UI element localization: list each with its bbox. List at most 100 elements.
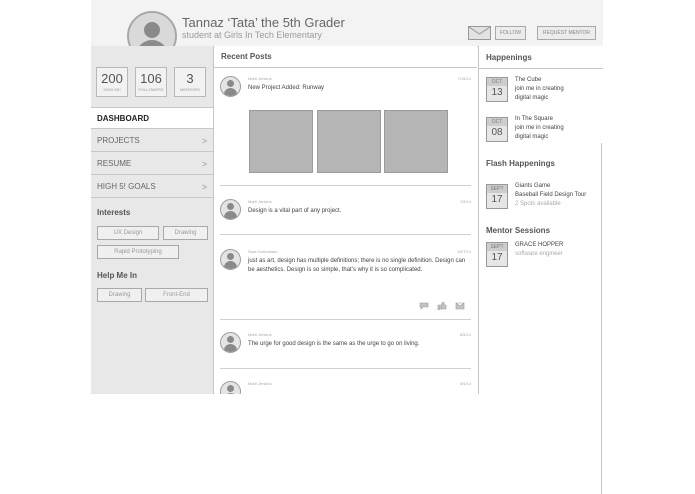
post-text: New Project Added: Runway bbox=[248, 85, 325, 91]
author-avatar[interactable] bbox=[220, 332, 241, 353]
divider bbox=[479, 68, 603, 69]
event-month: OCT bbox=[487, 78, 507, 86]
nav-dashboard[interactable]: DASHBOARD bbox=[91, 107, 213, 129]
nav-high5-goals[interactable]: HIGH 5! GOALS > bbox=[91, 176, 213, 198]
happenings-title: Happenings bbox=[486, 53, 532, 62]
stat-high5s[interactable]: 200 HIGH 5s! bbox=[96, 67, 128, 97]
stat-label: MENTORS bbox=[180, 87, 200, 92]
project-thumbnail[interactable] bbox=[317, 110, 381, 173]
event-desc: digital magic bbox=[515, 95, 549, 101]
interest-tag[interactable]: Drawing bbox=[163, 226, 208, 240]
mentor-sessions-title: Mentor Sessions bbox=[486, 226, 551, 235]
happening-event[interactable]: The Cube join me in creating digital mag… bbox=[515, 76, 564, 103]
calendar-date-icon: OCT 08 bbox=[486, 117, 508, 142]
post-author[interactable]: Marti Jenkins bbox=[248, 381, 272, 386]
post-date: 7/8/14 bbox=[459, 199, 471, 204]
event-title: Giants Game bbox=[515, 183, 551, 189]
interests-title: Interests bbox=[97, 208, 131, 217]
divider bbox=[601, 143, 602, 494]
chevron-right-icon: > bbox=[201, 159, 207, 169]
stat-value: 3 bbox=[186, 71, 194, 86]
calendar-date-icon: SEPT 17 bbox=[486, 242, 508, 267]
nav-label: RESUME bbox=[97, 159, 132, 168]
profile-name: Tannaz ‘Tata’ the 5th Grader bbox=[182, 15, 345, 30]
flash-happenings-title: Flash Happenings bbox=[486, 159, 555, 168]
post-text: just as art, design has multiple definit… bbox=[248, 258, 466, 273]
author-avatar[interactable] bbox=[220, 381, 241, 394]
help-title: Help Me In bbox=[97, 271, 138, 280]
happening-event[interactable]: In The Square join me in creating digita… bbox=[515, 115, 564, 142]
right-column: Happenings OCT 13 The Cube join me in cr… bbox=[478, 46, 603, 394]
stat-mentors[interactable]: 3 MENTORS bbox=[174, 67, 206, 97]
event-desc: digital magic bbox=[515, 134, 549, 140]
chevron-right-icon: > bbox=[201, 182, 207, 192]
stat-followers[interactable]: 106 FOLLOWERS bbox=[135, 67, 167, 97]
post-author[interactable]: Marti Jenkins bbox=[248, 199, 272, 204]
profile-subtitle: student at Girls In Tech Elementary bbox=[182, 30, 322, 40]
mentor-role: software engineer bbox=[515, 251, 563, 257]
post-author[interactable]: Marti Jenkins bbox=[248, 76, 272, 81]
recent-posts-feed: Recent Posts Marti Jenkins 7/15/14 New P… bbox=[214, 46, 477, 394]
author-avatar[interactable] bbox=[220, 249, 241, 270]
nav-resume[interactable]: RESUME > bbox=[91, 153, 213, 175]
author-avatar[interactable] bbox=[220, 76, 241, 97]
help-tag[interactable]: Drawing bbox=[97, 288, 142, 302]
post-author[interactable]: Marti Jenkins bbox=[248, 332, 272, 337]
event-month: SEPT bbox=[487, 185, 507, 193]
calendar-date-icon: OCT 13 bbox=[486, 77, 508, 102]
nav-label: DASHBOARD bbox=[97, 114, 149, 123]
stat-value: 106 bbox=[140, 71, 162, 86]
feed-title: Recent Posts bbox=[221, 52, 272, 61]
post-item[interactable]: Marti Jenkins 6/5/14 The urge for good d… bbox=[214, 332, 477, 362]
post-date: 6/5/14 bbox=[459, 332, 471, 337]
post-item[interactable]: Marti Jenkins 7/8/14 Design is a vital p… bbox=[214, 199, 477, 229]
mentor-session[interactable]: GRACE HOPPER software engineer bbox=[515, 241, 563, 259]
calendar-date-icon: SEPT 17 bbox=[486, 184, 508, 209]
divider bbox=[214, 67, 477, 68]
interest-tag[interactable]: UX Design bbox=[97, 226, 159, 240]
event-day: 17 bbox=[491, 252, 503, 263]
event-desc: join me in creating bbox=[515, 125, 564, 131]
event-month: SEPT bbox=[487, 243, 507, 251]
post-item[interactable]: Marti Jenkins 7/15/14 New Project Added:… bbox=[214, 76, 477, 186]
follow-button[interactable]: FOLLOW bbox=[495, 26, 526, 40]
share-icon[interactable] bbox=[455, 302, 465, 310]
divider bbox=[220, 368, 471, 369]
comment-icon[interactable] bbox=[419, 302, 429, 310]
divider bbox=[220, 185, 471, 186]
project-thumbnail[interactable] bbox=[249, 110, 313, 173]
author-avatar[interactable] bbox=[220, 199, 241, 220]
app-frame: Tannaz ‘Tata’ the 5th Grader student at … bbox=[91, 0, 603, 394]
event-availability: 2 Spots available bbox=[515, 201, 561, 207]
sidebar: 200 HIGH 5s! 106 FOLLOWERS 3 MENTORS DAS… bbox=[91, 46, 214, 394]
post-item[interactable]: Sara Garboddah 6/27/14 just as art, desi… bbox=[214, 249, 477, 319]
nav-projects[interactable]: PROJECTS > bbox=[91, 130, 213, 152]
mentor-name: GRACE HOPPER bbox=[515, 242, 564, 248]
post-date: 6/5/14 bbox=[459, 381, 471, 386]
post-text: The urge for good design is the same as … bbox=[248, 341, 420, 347]
divider bbox=[220, 319, 471, 320]
post-date: 7/15/14 bbox=[457, 76, 471, 81]
nav-label: HIGH 5! GOALS bbox=[97, 182, 156, 191]
post-date: 6/27/14 bbox=[457, 249, 471, 254]
event-day: 17 bbox=[491, 194, 503, 205]
event-month: OCT bbox=[487, 118, 507, 126]
post-text: Design is a vital part of any project. bbox=[248, 208, 342, 214]
event-title: The Cube bbox=[515, 77, 542, 83]
flash-event[interactable]: Giants Game Baseball Field Design Tour 2… bbox=[515, 182, 586, 209]
mail-icon[interactable] bbox=[468, 26, 491, 40]
project-thumbnail[interactable] bbox=[384, 110, 448, 173]
event-day: 08 bbox=[491, 127, 503, 138]
thumbs-up-icon[interactable] bbox=[437, 302, 447, 310]
profile-header: Tannaz ‘Tata’ the 5th Grader student at … bbox=[91, 0, 603, 61]
stat-label: FOLLOWERS bbox=[138, 87, 164, 92]
event-desc: join me in creating bbox=[515, 86, 564, 92]
stat-label: HIGH 5s! bbox=[103, 87, 121, 92]
stat-value: 200 bbox=[101, 71, 123, 86]
request-mentor-button[interactable]: REQUEST MENTOR bbox=[537, 26, 596, 40]
event-day: 13 bbox=[491, 87, 503, 98]
help-tag[interactable]: Front-End bbox=[145, 288, 208, 302]
post-author[interactable]: Sara Garboddah bbox=[248, 249, 278, 254]
interest-tag[interactable]: Rapid Prototyping bbox=[97, 245, 179, 259]
post-item[interactable]: Marti Jenkins 6/5/14 bbox=[214, 381, 477, 394]
